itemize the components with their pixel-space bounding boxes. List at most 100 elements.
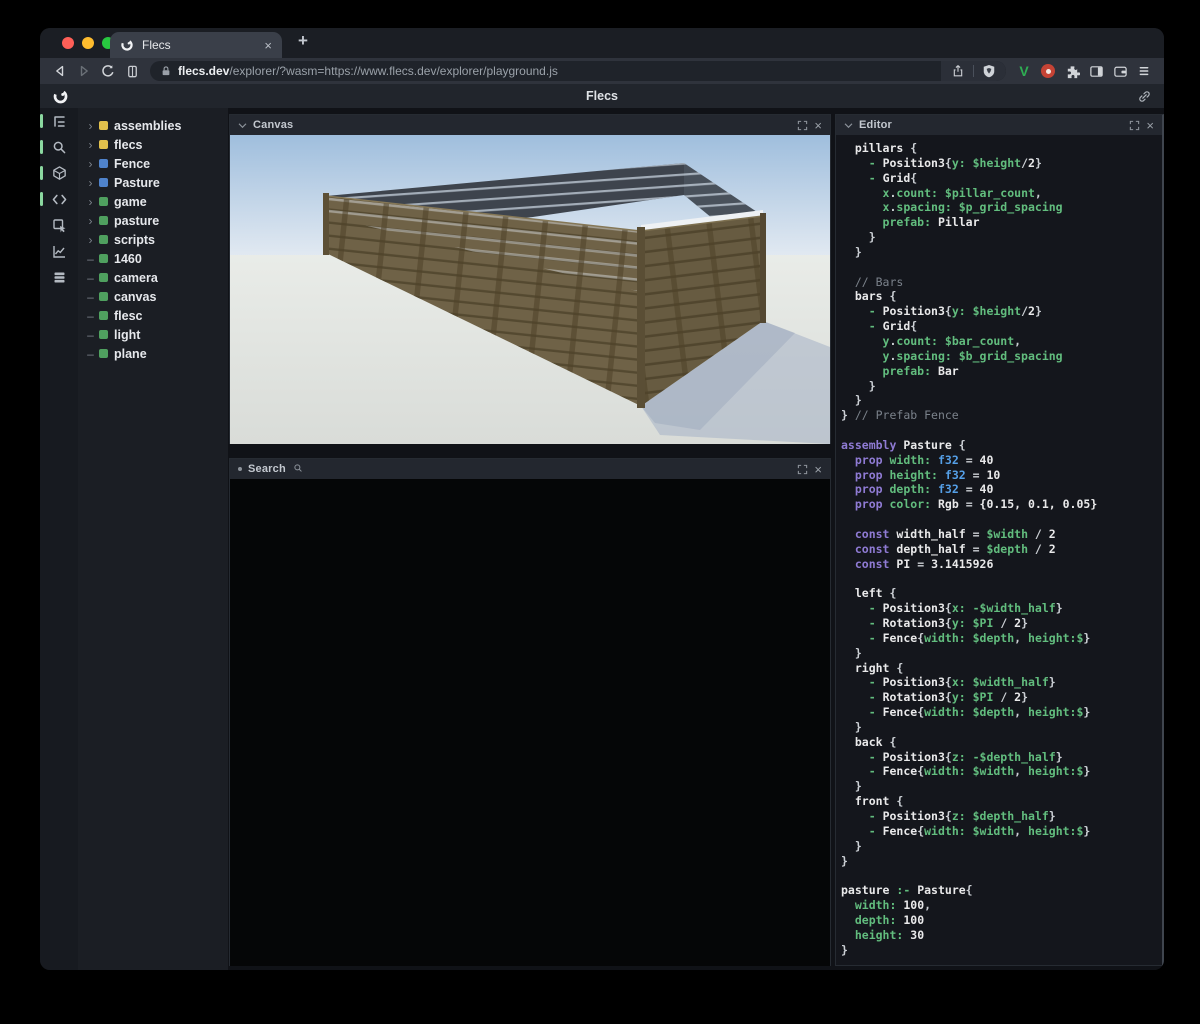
tree-item[interactable]: › flecs [78,135,228,154]
sidebar-item-search[interactable] [40,134,78,160]
tree-item[interactable]: › assemblies [78,116,228,135]
menu-icon[interactable] [1132,60,1156,82]
code-line: prop color: Rgb = {0.15, 0.1, 0.05} [841,497,1156,512]
chevron-down-icon[interactable] [844,122,853,129]
close-tab-icon[interactable]: × [264,38,272,53]
new-tab-button[interactable]: + [298,31,308,51]
tree-item[interactable]: › game [78,192,228,211]
tree-item[interactable]: ›Pasture [78,173,228,192]
tool-sidebar [40,108,78,970]
tree-item[interactable]: –plane [78,344,228,363]
sidebar-item-code[interactable] [40,186,78,212]
editor-panel: Editor × pillars { - Position3{y: $heigh… [835,114,1164,966]
chevron-down-icon[interactable] [238,122,247,129]
panel-title: Search [248,463,791,475]
canvas-panel: Canvas × [229,114,831,444]
tree-item[interactable]: –flesc [78,306,228,325]
close-panel-icon[interactable]: × [814,463,822,476]
minimize-window-button[interactable] [82,37,94,49]
expand-caret-icon[interactable]: › [85,138,96,152]
code-line: width: 100, [841,898,1156,913]
share-icon[interactable] [951,64,965,78]
sidebar-item-inspector[interactable] [40,212,78,238]
entity-color-swatch [99,273,108,282]
entity-label: Fence [114,157,150,171]
code-line: left { [841,586,1156,601]
browser-tab[interactable]: Flecs × [110,32,282,58]
canvas-panel-header: Canvas × [230,115,830,135]
fullscreen-icon[interactable] [1129,120,1140,131]
code-line: // Bars [841,275,1156,290]
code-line: front { [841,794,1156,809]
app-header: Flecs [40,84,1164,108]
entity-color-swatch [99,178,108,187]
entity-color-swatch [99,292,108,301]
code-line: prefab: Bar [841,364,1156,379]
entity-color-swatch [99,159,108,168]
close-panel-icon[interactable]: × [1146,119,1154,132]
tree-item[interactable]: ›pasture [78,211,228,230]
brave-shield-icon[interactable] [982,64,996,78]
address-bar[interactable]: flecs.dev /explorer/?wasm=https://www.fl… [150,61,1006,81]
code-line: - Grid{ [841,319,1156,334]
tree-item[interactable]: –camera [78,268,228,287]
sidebar-item-data[interactable] [40,264,78,290]
sidebar-item-stats[interactable] [40,238,78,264]
back-button[interactable] [48,60,72,82]
editor-panel-header: Editor × [836,115,1162,135]
tab-strip: Flecs × + [40,28,1164,58]
forward-button[interactable] [72,60,96,82]
expand-caret-icon[interactable]: › [85,214,96,228]
tree-item[interactable]: –canvas [78,287,228,306]
code-line [841,571,1156,586]
workspace: ›assemblies›flecs›Fence›Pasture›game›pas… [40,108,1164,970]
search-icon [51,139,68,156]
expand-caret-icon[interactable]: › [85,119,96,133]
expand-caret-icon[interactable]: › [85,195,96,209]
entity-color-swatch [99,235,108,244]
tree-item[interactable]: –light [78,325,228,344]
code-editor[interactable]: pillars { - Position3{y: $height/2} - Gr… [836,135,1162,963]
search-results-area[interactable] [230,479,830,966]
entity-color-swatch [99,254,108,263]
extensions-puzzle-icon[interactable] [1060,60,1084,82]
code-line: back { [841,735,1156,750]
expand-caret-icon[interactable]: › [85,233,96,247]
code-line: right { [841,661,1156,676]
code-line: - Fence{width: $depth, height:$} [841,705,1156,720]
tree-item[interactable]: ›scripts [78,230,228,249]
browser-toolbar: flecs.dev /explorer/?wasm=https://www.fl… [40,58,1164,84]
entity-label: game [114,195,147,209]
entities-icon [51,165,68,182]
entity-label: assemblies [114,119,181,133]
search-panel: Search × [229,458,831,966]
panel-title: Editor [859,119,1123,131]
code-line: - Rotation3{y: $PI / 2} [841,616,1156,631]
sidebar-item-outliner[interactable] [40,108,78,134]
tree-item[interactable]: –1460 [78,249,228,268]
reload-button[interactable] [96,60,120,82]
code-line: height: 30 [841,928,1156,943]
expand-caret-icon[interactable]: › [85,157,96,171]
wallet-icon[interactable] [1108,60,1132,82]
code-line: x.spacing: $p_grid_spacing [841,200,1156,215]
code-line: prop width: f32 = 40 [841,453,1156,468]
code-line: } [841,230,1156,245]
red-extension-icon[interactable] [1036,60,1060,82]
3d-viewport[interactable] [230,135,830,444]
sidebar-toggle-icon[interactable] [1084,60,1108,82]
entity-color-swatch [99,140,108,149]
vue-devtools-extension-icon[interactable]: V [1012,60,1036,82]
bookmark-sidebar-button[interactable] [120,60,144,82]
tree-item[interactable]: › Fence [78,154,228,173]
sidebar-item-entities[interactable] [40,160,78,186]
fullscreen-icon[interactable] [797,120,808,131]
fullscreen-icon[interactable] [797,464,808,475]
expand-caret-icon[interactable]: › [85,176,96,190]
collapse-dot-icon[interactable] [238,467,242,471]
close-panel-icon[interactable]: × [814,119,822,132]
entity-label: 1460 [114,252,142,266]
inspector-icon [51,217,68,234]
entity-label: flecs [114,138,143,152]
close-window-button[interactable] [62,37,74,49]
